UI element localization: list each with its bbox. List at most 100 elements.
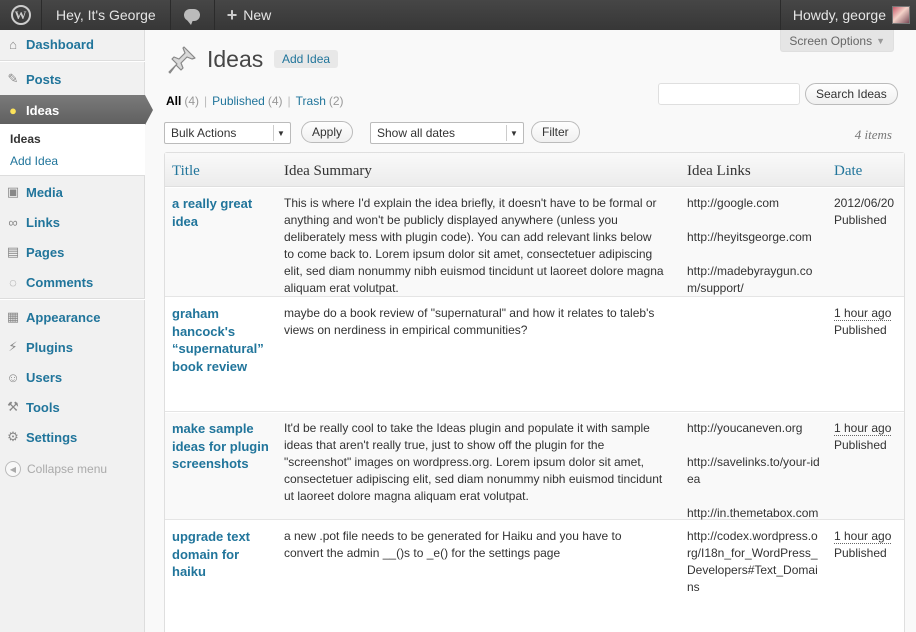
sidebar-item-label: Pages bbox=[26, 244, 65, 260]
bulk-actions-select[interactable]: Bulk Actions ▼ bbox=[164, 122, 291, 144]
sidebar-item-label: Users bbox=[26, 369, 63, 385]
new-content-menu[interactable]: + New bbox=[215, 0, 284, 30]
idea-title-link[interactable]: upgrade text domain for haiku bbox=[172, 528, 272, 581]
plugin-icon: ⚡ bbox=[8, 339, 18, 354]
sidebar-item-comments[interactable]: ◌ Comments bbox=[0, 268, 145, 296]
comment-bubble-icon bbox=[184, 9, 201, 25]
items-count: 4 items bbox=[854, 127, 892, 142]
settings-icon: ⚙ bbox=[7, 429, 19, 444]
post-status: Published bbox=[834, 546, 887, 560]
dropdown-arrow-icon: ▼ bbox=[876, 35, 885, 46]
view-published-count: (4) bbox=[267, 94, 283, 108]
sidebar-item-appearance[interactable]: ▦ Appearance bbox=[0, 303, 145, 331]
plus-icon: + bbox=[226, 4, 238, 25]
idea-link[interactable]: http://google.com bbox=[687, 195, 821, 212]
comment-icon: ◌ bbox=[9, 274, 17, 290]
submenu-item-add-idea[interactable]: Add Idea bbox=[10, 154, 58, 168]
wordpress-icon: W bbox=[10, 5, 31, 25]
screen-options-button[interactable]: Screen Options ▼ bbox=[780, 30, 894, 52]
sidebar-item-label: Comments bbox=[26, 274, 94, 290]
sidebar-item-label: Plugins bbox=[26, 339, 73, 355]
idea-link[interactable]: http://madebyraygun.com/support/ bbox=[687, 263, 821, 297]
idea-summary: This is where I'd explain the idea brief… bbox=[284, 196, 664, 295]
submenu-item-ideas[interactable]: Ideas bbox=[10, 132, 41, 146]
view-filter-links: All (4) | Published (4) | Trash (2) bbox=[166, 94, 344, 108]
post-status: Published bbox=[834, 438, 887, 452]
sidebar-item-dashboard[interactable]: ⌂ Dashboard bbox=[0, 30, 145, 58]
view-trash-link[interactable]: Trash bbox=[296, 94, 326, 108]
screen-options-label: Screen Options bbox=[789, 33, 873, 48]
sidebar-item-media[interactable]: ▣ Media bbox=[0, 178, 145, 206]
sidebar-item-label: Posts bbox=[26, 71, 62, 87]
idea-date: 1 hour ago Published bbox=[834, 528, 896, 562]
table-row: make sample ideas for plugin screenshots… bbox=[165, 412, 904, 520]
idea-title-link[interactable]: graham hancock's “supernatural” book rev… bbox=[172, 305, 272, 375]
appearance-icon: ▦ bbox=[6, 309, 20, 324]
sidebar-item-pages[interactable]: ▤ Pages bbox=[0, 238, 145, 266]
comments-link[interactable] bbox=[171, 0, 215, 30]
collapse-arrow-icon: ◀ bbox=[5, 461, 21, 477]
bulk-actions-value: Bulk Actions bbox=[171, 126, 237, 140]
sidebar-item-posts[interactable]: ✎ Posts bbox=[0, 65, 145, 93]
date-filter-value: Show all dates bbox=[377, 126, 456, 140]
column-title-header[interactable]: Title bbox=[172, 163, 200, 180]
ideas-submenu: Ideas Add Idea bbox=[0, 124, 145, 176]
sidebar-item-tools[interactable]: ⚒ Tools bbox=[0, 393, 145, 421]
sidebar-item-ideas[interactable]: ● Ideas bbox=[0, 95, 153, 125]
view-all-count: (4) bbox=[184, 94, 200, 108]
idea-title-link[interactable]: a really great idea bbox=[172, 195, 272, 230]
page-title: Ideas bbox=[207, 46, 264, 72]
add-idea-button[interactable]: Add Idea bbox=[274, 50, 339, 68]
dashboard-icon: ⌂ bbox=[9, 36, 17, 52]
sidebar-item-label: Dashboard bbox=[26, 36, 94, 52]
search-ideas-button[interactable]: Search Ideas bbox=[805, 83, 898, 105]
column-links-header: Idea Links bbox=[687, 163, 751, 179]
idea-date: 2012/06/20 Published bbox=[834, 195, 896, 229]
idea-title-link[interactable]: make sample ideas for plugin screenshots bbox=[172, 420, 272, 473]
filter-button[interactable]: Filter bbox=[531, 121, 580, 143]
table-row: upgrade text domain for haiku a new .pot… bbox=[165, 520, 904, 632]
chevron-down-icon: ▼ bbox=[506, 125, 521, 141]
media-icon: ▣ bbox=[6, 184, 20, 199]
date-value: 1 hour ago bbox=[834, 306, 892, 321]
lightbulb-icon: ● bbox=[9, 102, 17, 118]
main-content: Screen Options ▼ Ideas Add Idea All (4) … bbox=[146, 30, 916, 632]
date-value: 1 hour ago bbox=[834, 529, 892, 544]
sidebar-item-plugins[interactable]: ⚡ Plugins bbox=[0, 333, 145, 361]
apply-button[interactable]: Apply bbox=[301, 121, 354, 143]
sidebar-item-links[interactable]: ∞ Links bbox=[0, 208, 145, 236]
site-name-link[interactable]: Hey, It's George bbox=[42, 0, 171, 30]
sidebar-item-label: Tools bbox=[26, 399, 60, 415]
idea-link[interactable]: http://codex.wordpress.org/I18n_for_Word… bbox=[687, 528, 821, 596]
collapse-menu-button[interactable]: ◀ Collapse menu bbox=[5, 461, 107, 477]
search-input[interactable] bbox=[658, 83, 800, 105]
my-account-menu[interactable]: Howdy, george bbox=[779, 0, 916, 30]
sidebar-item-users[interactable]: ☺ Users bbox=[0, 363, 145, 391]
sidebar-item-label: Settings bbox=[26, 429, 78, 445]
idea-link[interactable]: http://savelinks.to/your-idea bbox=[687, 454, 821, 488]
sidebar-item-label: Appearance bbox=[26, 309, 101, 325]
date-value: 2012/06/20 bbox=[834, 196, 895, 210]
idea-link[interactable]: http://heyitsgeorge.com bbox=[687, 229, 821, 246]
link-icon: ∞ bbox=[8, 214, 18, 230]
avatar bbox=[892, 6, 910, 24]
date-filter-select[interactable]: Show all dates ▼ bbox=[370, 122, 524, 144]
users-icon: ☺ bbox=[6, 369, 20, 385]
post-status: Published bbox=[834, 213, 887, 227]
sidebar-item-settings[interactable]: ⚙ Settings bbox=[0, 423, 145, 451]
idea-summary: maybe do a book review of "supernatural"… bbox=[284, 306, 655, 337]
column-date-header[interactable]: Date bbox=[834, 163, 862, 180]
pages-icon: ▤ bbox=[6, 244, 20, 259]
sidebar-item-label: Links bbox=[26, 214, 60, 230]
idea-link[interactable]: http://youcaneven.org bbox=[687, 420, 821, 437]
view-all-link[interactable]: All bbox=[166, 94, 181, 108]
collapse-menu-label: Collapse menu bbox=[27, 462, 108, 476]
idea-date: 1 hour ago Published bbox=[834, 420, 896, 454]
pushpin-icon: ✎ bbox=[7, 71, 19, 86]
admin-bar: W Hey, It's George + New Howdy, george bbox=[0, 0, 916, 30]
pushpin-icon bbox=[168, 46, 196, 74]
wordpress-logo-menu[interactable]: W bbox=[0, 0, 42, 30]
view-published-link[interactable]: Published bbox=[212, 94, 265, 108]
post-status: Published bbox=[834, 323, 887, 337]
idea-summary: It'd be really cool to take the Ideas pl… bbox=[284, 421, 663, 503]
